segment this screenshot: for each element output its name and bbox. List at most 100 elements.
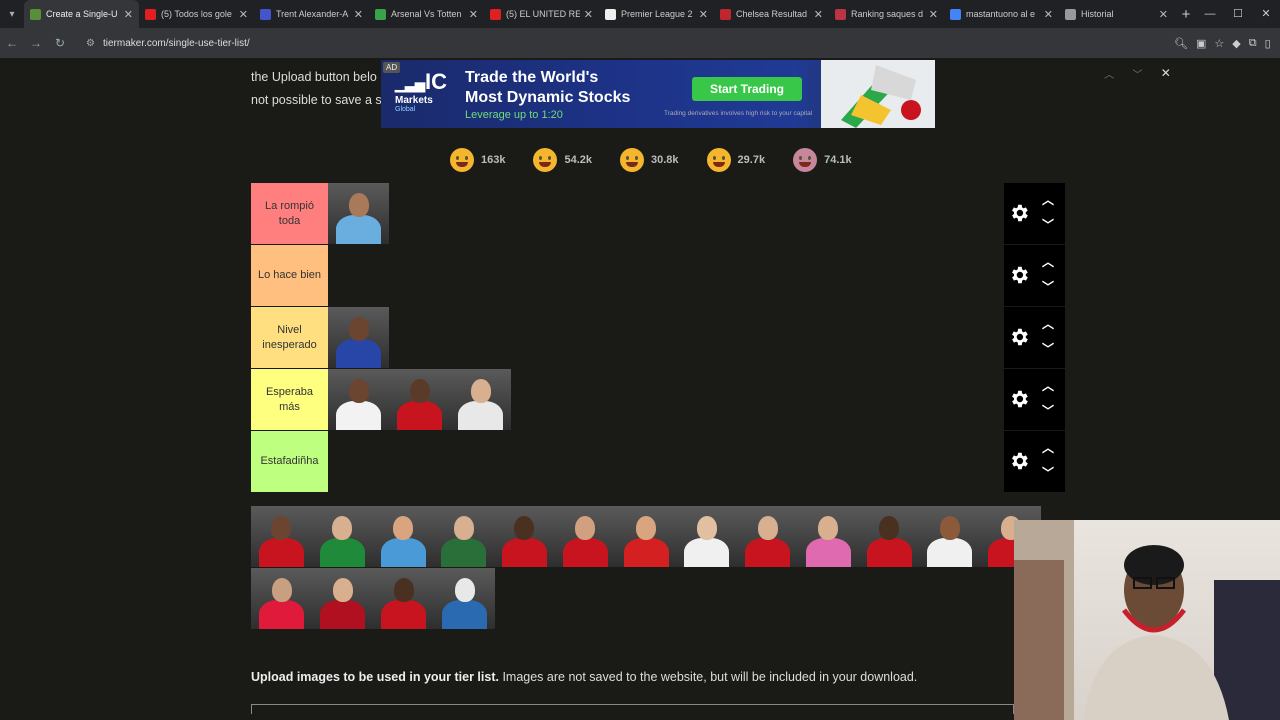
- address-bar[interactable]: ⚙ tiermaker.com/single-use-tier-list/: [78, 32, 1168, 54]
- reaction-button[interactable]: 29.7k: [697, 146, 776, 174]
- player-image[interactable]: [797, 506, 859, 567]
- tab-close-icon[interactable]: ✕: [124, 8, 133, 21]
- image-pool: [251, 506, 1041, 630]
- extensions-puzzle-icon[interactable]: ⧉: [1249, 37, 1257, 50]
- move-up-icon[interactable]: ︿: [1042, 253, 1054, 270]
- tab-close-icon[interactable]: ✕: [699, 8, 708, 21]
- gear-icon[interactable]: [1008, 388, 1030, 410]
- browser-tab[interactable]: Premier League 2 ✕: [599, 0, 714, 28]
- player-image[interactable]: [858, 506, 920, 567]
- gear-icon[interactable]: [1008, 202, 1030, 224]
- pool-row: [251, 568, 1041, 629]
- gear-icon[interactable]: [1008, 450, 1030, 472]
- forward-button[interactable]: →: [24, 36, 48, 50]
- tier-drop-zone[interactable]: [328, 183, 1004, 244]
- tier-label[interactable]: La rompió toda: [251, 183, 328, 244]
- move-down-icon[interactable]: ﹀: [1042, 278, 1054, 295]
- gear-icon[interactable]: [1008, 326, 1030, 348]
- tier-drop-zone[interactable]: [328, 431, 1004, 492]
- move-down-icon[interactable]: ﹀: [1042, 402, 1054, 419]
- player-image[interactable]: [919, 506, 981, 567]
- tab-title: (5) Todos los gole: [161, 9, 232, 19]
- browser-tab[interactable]: (5) Todos los gole ✕: [139, 0, 254, 28]
- browser-tab[interactable]: Trent Alexander-A ✕: [254, 0, 369, 28]
- tab-favicon-icon: [835, 8, 846, 20]
- tab-close-icon[interactable]: ✕: [239, 8, 248, 21]
- tier-label[interactable]: Nivel inesperado: [251, 307, 328, 368]
- browser-tab[interactable]: Ranking saques d ✕: [829, 0, 944, 28]
- advertisement-banner[interactable]: AD ▁▃▅IC Markets Global Trade the World'…: [381, 60, 935, 128]
- move-down-icon[interactable]: ﹀: [1042, 340, 1054, 357]
- tab-close-icon[interactable]: ✕: [1044, 8, 1053, 21]
- back-button[interactable]: ←: [0, 36, 24, 50]
- player-image[interactable]: [311, 506, 373, 567]
- tab-close-icon[interactable]: ✕: [469, 8, 478, 21]
- reaction-button[interactable]: 74.1k: [783, 146, 862, 174]
- bookmark-star-icon[interactable]: ☆: [1214, 37, 1224, 50]
- tab-close-icon[interactable]: ✕: [814, 8, 823, 21]
- tab-close-icon[interactable]: ✕: [929, 8, 938, 21]
- find-close-icon[interactable]: ✕: [1161, 66, 1171, 80]
- zoom-icon[interactable]: 🔍︎: [1174, 37, 1188, 50]
- sidebar-icon[interactable]: ▯: [1265, 37, 1271, 50]
- tab-close-icon[interactable]: ✕: [584, 8, 593, 21]
- close-window-button[interactable]: ✕: [1252, 0, 1280, 28]
- player-image[interactable]: [373, 568, 434, 629]
- player-image[interactable]: [615, 506, 677, 567]
- upload-drop-zone[interactable]: [251, 704, 1014, 714]
- tier-label[interactable]: Estafadiñha: [251, 431, 328, 492]
- reload-button[interactable]: ↻: [48, 36, 72, 50]
- move-down-icon[interactable]: ﹀: [1042, 216, 1054, 233]
- move-up-icon[interactable]: ︿: [1042, 439, 1054, 456]
- move-up-icon[interactable]: ︿: [1042, 191, 1054, 208]
- browser-tab[interactable]: Historial ✕: [1059, 0, 1174, 28]
- player-image[interactable]: [328, 369, 389, 430]
- tab-title: mastantuono al e: [966, 9, 1036, 19]
- player-image[interactable]: [434, 568, 495, 629]
- tab-search-button[interactable]: ▾: [0, 0, 24, 28]
- move-down-icon[interactable]: ﹀: [1042, 464, 1054, 481]
- tier-drop-zone[interactable]: [328, 245, 1004, 306]
- player-image[interactable]: [737, 506, 798, 567]
- tier-label[interactable]: Lo hace bien: [251, 245, 328, 306]
- tier-label[interactable]: Esperaba más: [251, 369, 328, 430]
- reading-mode-icon[interactable]: ▣: [1196, 37, 1206, 50]
- reaction-count: 54.2k: [564, 154, 593, 166]
- browser-tab[interactable]: Arsenal Vs Totten ✕: [369, 0, 484, 28]
- reaction-button[interactable]: 54.2k: [523, 146, 602, 174]
- find-next-icon[interactable]: ﹀: [1132, 66, 1142, 81]
- tier-drop-zone[interactable]: [328, 307, 1004, 368]
- move-up-icon[interactable]: ︿: [1042, 315, 1054, 332]
- player-image[interactable]: [312, 568, 373, 629]
- tier-drop-zone[interactable]: [328, 369, 1004, 430]
- extension-icon[interactable]: ◆: [1232, 37, 1240, 50]
- reaction-button[interactable]: 30.8k: [610, 146, 689, 174]
- player-image[interactable]: [450, 369, 511, 430]
- tab-favicon-icon: [260, 8, 271, 20]
- maximize-button[interactable]: ☐: [1224, 0, 1252, 28]
- move-up-icon[interactable]: ︿: [1042, 377, 1054, 394]
- player-image[interactable]: [554, 506, 616, 567]
- gear-icon[interactable]: [1008, 264, 1030, 286]
- browser-tab[interactable]: mastantuono al e ✕: [944, 0, 1059, 28]
- find-previous-icon[interactable]: ︿: [1104, 66, 1114, 81]
- minimize-button[interactable]: —: [1196, 0, 1224, 28]
- browser-tab[interactable]: Create a Single-U ✕: [24, 0, 139, 28]
- player-image[interactable]: [676, 506, 738, 567]
- new-tab-button[interactable]: +: [1174, 6, 1198, 23]
- browser-tab[interactable]: Chelsea Resultad ✕: [714, 0, 829, 28]
- player-image[interactable]: [389, 369, 450, 430]
- tab-close-icon[interactable]: ✕: [354, 8, 363, 21]
- tab-close-icon[interactable]: ✕: [1159, 8, 1168, 21]
- reaction-button[interactable]: 163k: [440, 146, 515, 174]
- player-image[interactable]: [328, 183, 389, 244]
- player-image[interactable]: [433, 506, 495, 567]
- player-image[interactable]: [494, 506, 555, 567]
- player-image[interactable]: [251, 568, 312, 629]
- site-info-icon[interactable]: ⚙: [86, 38, 95, 49]
- player-image[interactable]: [251, 506, 312, 567]
- player-image[interactable]: [328, 307, 389, 368]
- player-image[interactable]: [372, 506, 434, 567]
- browser-tab[interactable]: (5) EL UNITED RE ✕: [484, 0, 599, 28]
- ad-start-trading-button[interactable]: Start Trading: [692, 77, 802, 101]
